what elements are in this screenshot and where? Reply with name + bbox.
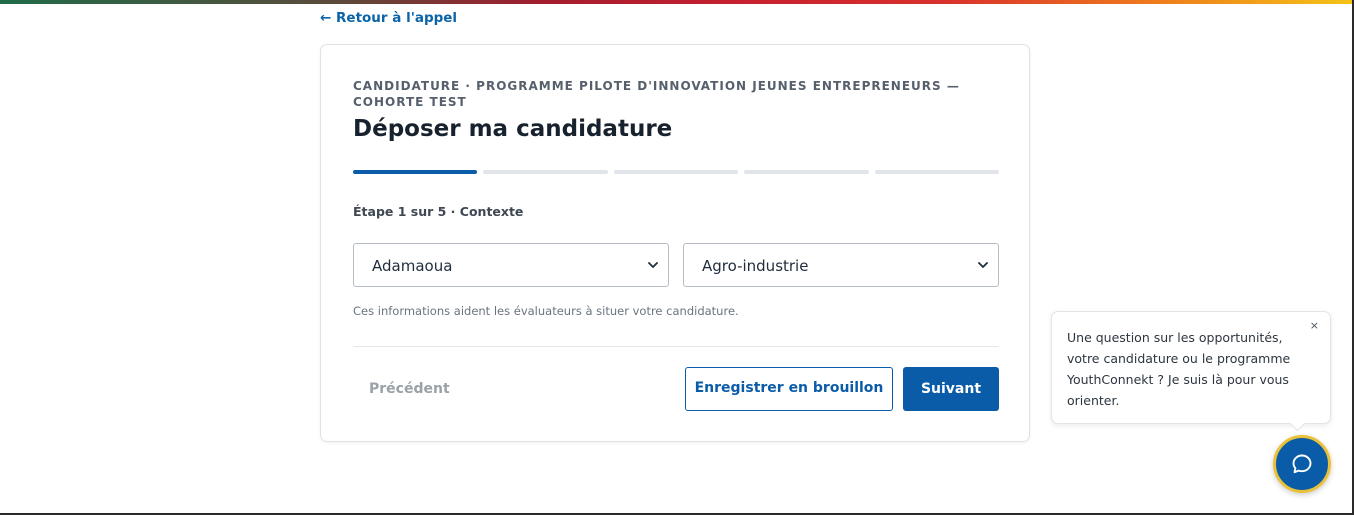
progress-step-4 bbox=[744, 170, 869, 174]
chat-close-button[interactable]: × bbox=[1310, 319, 1319, 332]
step-progress-bar bbox=[353, 170, 1000, 174]
save-draft-button[interactable]: Enregistrer en brouillon bbox=[685, 367, 893, 411]
sector-select[interactable]: Agro-industrie bbox=[683, 243, 999, 287]
chat-bubble-icon bbox=[1292, 454, 1312, 474]
application-card: CANDIDATURE · PROGRAMME PILOTE D'INNOVAT… bbox=[320, 44, 1030, 442]
sector-select-value: Agro-industrie bbox=[702, 257, 809, 275]
next-button[interactable]: Suivant bbox=[903, 367, 999, 411]
chat-launcher-button[interactable] bbox=[1273, 435, 1331, 493]
region-select[interactable]: Adamaoua bbox=[353, 243, 669, 287]
divider bbox=[353, 346, 999, 347]
progress-step-1 bbox=[353, 170, 478, 174]
top-color-band bbox=[0, 0, 1354, 4]
chevron-down-icon bbox=[648, 262, 658, 268]
back-to-call-link[interactable]: ← Retour à l'appel bbox=[320, 10, 457, 26]
progress-step-2 bbox=[483, 170, 608, 174]
previous-button[interactable]: Précédent bbox=[369, 381, 450, 397]
progress-step-3 bbox=[613, 170, 739, 174]
helper-text: Ces informations aident les évaluateurs … bbox=[353, 304, 739, 318]
chat-prompt-bubble: Une question sur les opportunités, votre… bbox=[1051, 311, 1331, 424]
page-title: Déposer ma candidature bbox=[353, 116, 673, 142]
program-eyebrow: CANDIDATURE · PROGRAMME PILOTE D'INNOVAT… bbox=[353, 79, 960, 109]
step-label: Étape 1 sur 5 · Contexte bbox=[353, 204, 524, 219]
region-select-value: Adamaoua bbox=[372, 257, 453, 275]
chat-prompt-text: Une question sur les opportunités, votre… bbox=[1067, 330, 1291, 408]
progress-step-5 bbox=[874, 170, 1000, 174]
chevron-down-icon bbox=[978, 262, 988, 268]
